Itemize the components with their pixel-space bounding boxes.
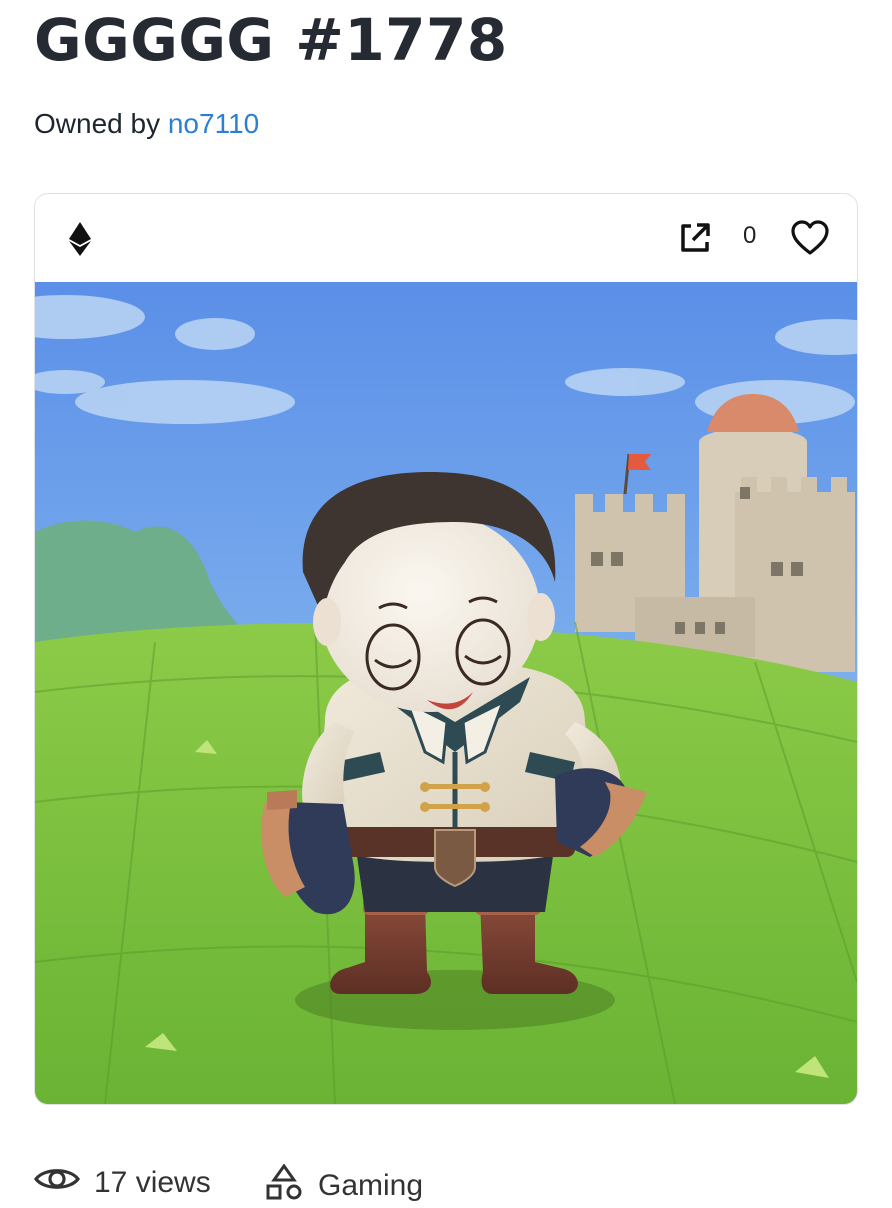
- ethereum-icon: [69, 222, 91, 261]
- category-stat[interactable]: Gaming: [264, 1163, 423, 1208]
- page-title: GGGGG #1778: [34, 6, 508, 74]
- nft-card: 0: [34, 193, 858, 1105]
- favorites-count: 0: [743, 222, 757, 249]
- owner-link[interactable]: no7110: [168, 108, 259, 139]
- shapes-icon: [264, 1163, 318, 1208]
- stats-row: 17 views Gaming: [34, 1163, 874, 1204]
- open-external-icon[interactable]: [677, 220, 713, 261]
- views-stat: 17 views: [34, 1164, 211, 1202]
- owner-prefix: Owned by: [34, 108, 161, 139]
- card-header: 0: [35, 194, 857, 283]
- heart-icon[interactable]: [791, 220, 829, 261]
- views-count: 17 views: [94, 1166, 211, 1199]
- category-label[interactable]: Gaming: [318, 1169, 423, 1203]
- nft-artwork: [35, 282, 857, 1104]
- owner-line: Owned by no7110: [34, 108, 259, 140]
- eye-icon: [34, 1164, 94, 1202]
